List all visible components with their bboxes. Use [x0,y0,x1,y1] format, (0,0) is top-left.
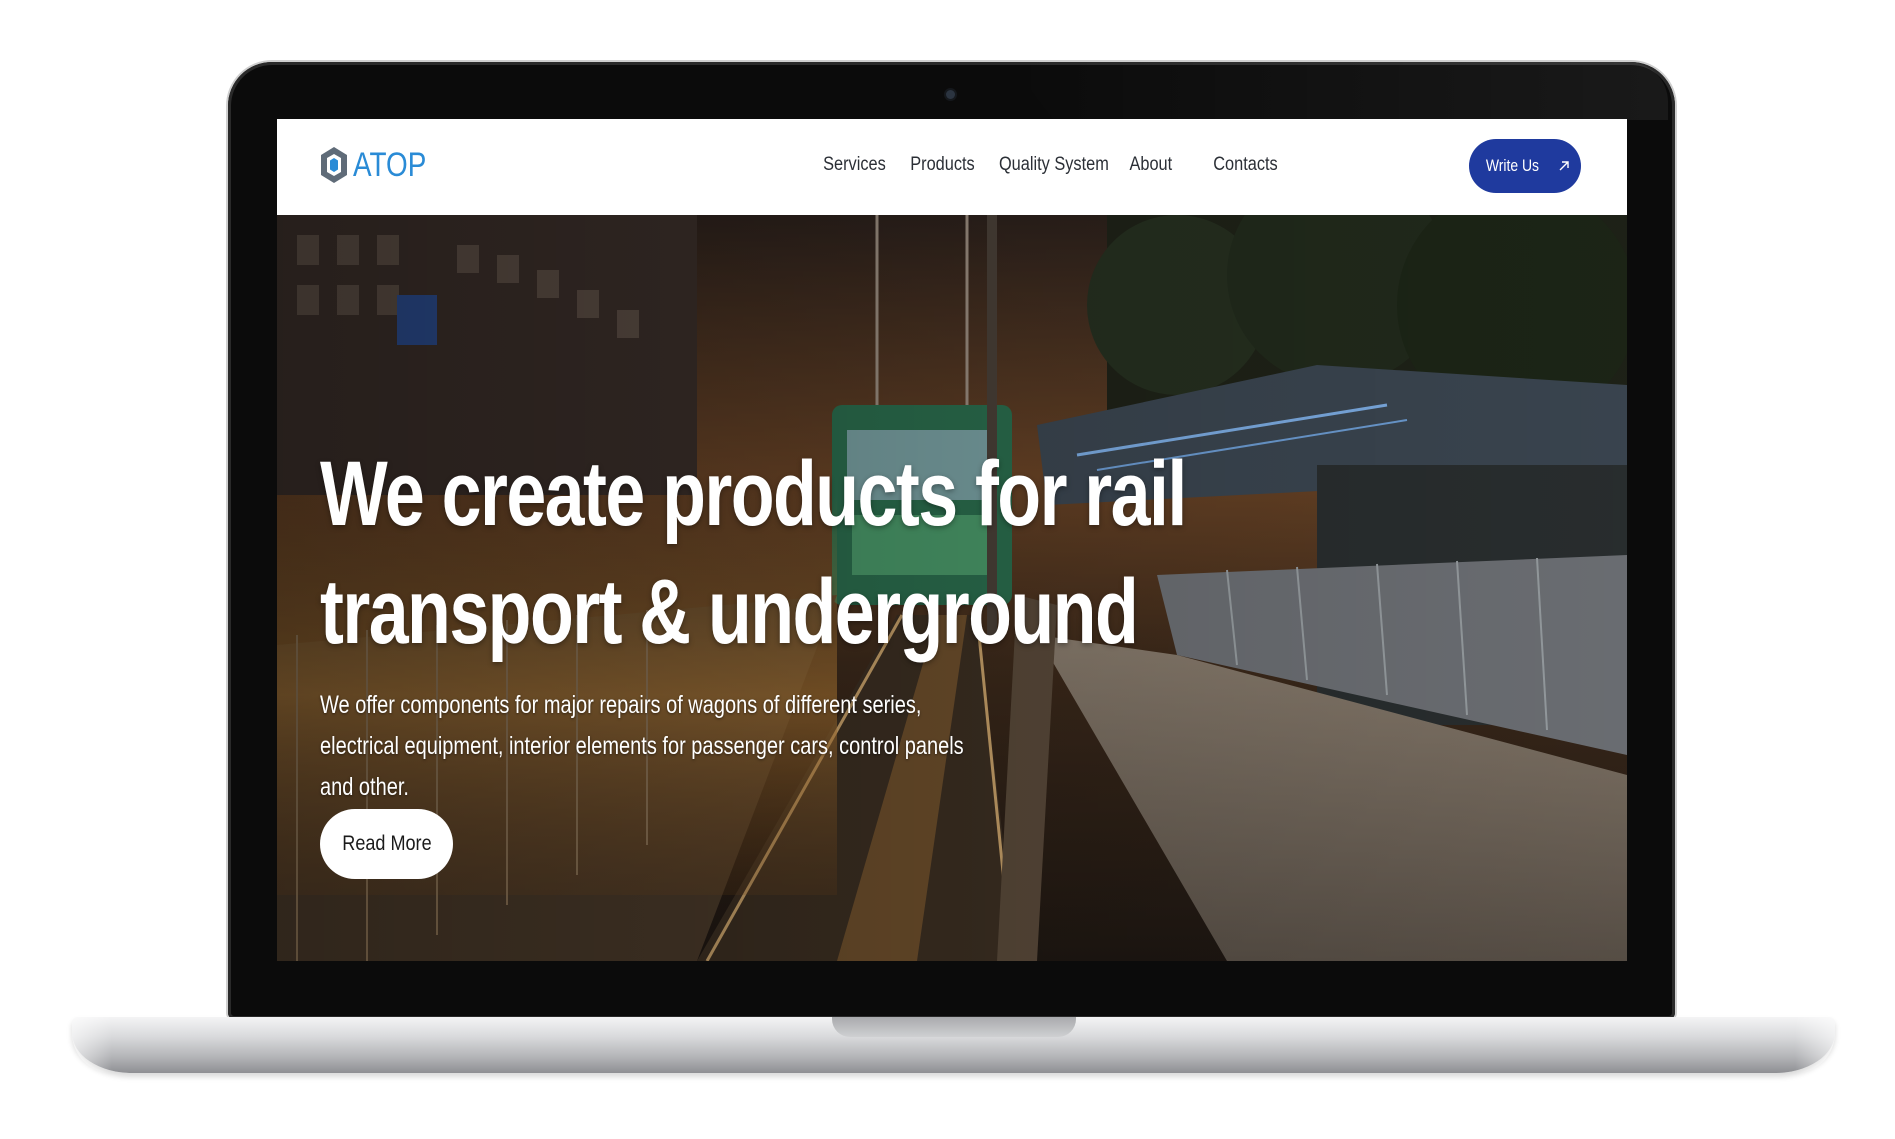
write-us-button[interactable]: Write Us [1469,139,1581,193]
nav-item-quality-system[interactable]: Quality System [999,154,1109,176]
arrow-up-right-icon [1559,161,1570,171]
brand-name: ATOP [353,145,427,184]
read-more-button[interactable]: Read More [320,809,453,879]
logo[interactable]: ATOP [319,145,442,185]
read-more-label: Read More [341,832,432,855]
nav-item-products[interactable]: Products [910,154,974,176]
laptop-screen: ATOP Services Products Quality System Ab… [277,119,1627,961]
lid-reflection [1008,62,1668,120]
hero-title-line-1: We create products for rail [320,443,1187,545]
hero-title: We create products for rail transport & … [320,435,1187,671]
hero-section: We create products for rail transport & … [277,215,1627,961]
camera-icon [946,90,955,99]
laptop-mockup: ATOP Services Products Quality System Ab… [0,0,1895,1139]
nav-item-about[interactable]: About [1129,154,1172,176]
hero-description: We offer components for major repairs of… [320,691,964,801]
laptop-lid: ATOP Services Products Quality System Ab… [228,62,1675,1019]
laptop-base [72,1017,1835,1073]
base-edge-right [1795,1017,1835,1073]
site-header: ATOP Services Products Quality System Ab… [277,119,1627,215]
base-notch [832,1017,1076,1037]
hero-title-line-2: transport & underground [320,561,1139,663]
nav-item-services[interactable]: Services [823,154,886,176]
hexagon-logo-icon [321,147,347,183]
nav-item-contacts[interactable]: Contacts [1213,154,1277,176]
base-edge-left [72,1017,112,1073]
write-us-label: Write Us [1485,156,1539,175]
